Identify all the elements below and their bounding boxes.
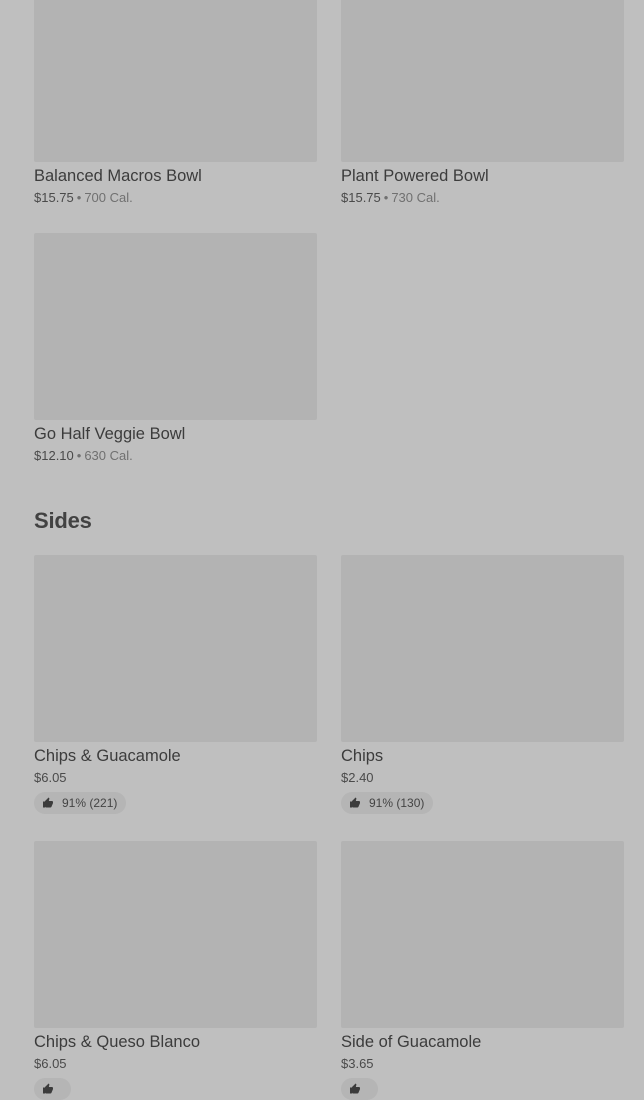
item-meta: $12.10 • 630 Cal.: [34, 449, 317, 463]
item-image[interactable]: [341, 0, 624, 162]
item-image[interactable]: [34, 841, 317, 1028]
rating-text: 91% (221): [62, 796, 118, 810]
rating-badge: [34, 1078, 71, 1100]
item-image[interactable]: [34, 233, 317, 420]
sides-grid-row-2: Chips & Queso Blanco $6.05 Side of Guaca…: [34, 841, 624, 1100]
item-name: Plant Powered Bowl: [341, 167, 489, 185]
rating-badge: 91% (221): [34, 792, 127, 814]
thumbs-up-icon: [350, 1083, 360, 1094]
bowls-grid-row-2: Go Half Veggie Bowl $12.10 • 630 Cal.: [34, 233, 624, 463]
item-calories: 700 Cal.: [84, 190, 133, 205]
item-image[interactable]: [34, 0, 317, 162]
meta-separator: •: [76, 448, 82, 463]
bowls-grid: Balanced Macros Bowl $15.75 • 700 Cal. Pla…: [34, 0, 624, 205]
thumbs-up-icon: [43, 797, 53, 808]
menu-item-balanced-macros-bowl[interactable]: Balanced Macros Bowl $15.75 • 700 Cal.: [34, 0, 317, 205]
item-meta: $15.75 • 700 Cal.: [34, 191, 317, 205]
rating-badge: [341, 1078, 378, 1100]
item-image[interactable]: [341, 841, 624, 1028]
meta-separator: •: [76, 190, 82, 205]
item-price: $2.40: [341, 770, 374, 785]
menu-item-plant-powered-bowl[interactable]: Plant Powered Bowl $15.75 • 730 Cal.: [341, 0, 624, 205]
menu-item-side-of-guacamole[interactable]: Side of Guacamole $3.65: [341, 841, 624, 1100]
rating-badge: 91% (130): [341, 792, 434, 814]
item-name: Chips: [341, 747, 384, 765]
menu-item-go-half-veggie-bowl[interactable]: Go Half Veggie Bowl $12.10 • 630 Cal.: [34, 233, 317, 463]
item-meta: $15.75 • 730 Cal.: [341, 191, 624, 205]
rating-text: 91% (130): [369, 796, 425, 810]
item-name: Chips & Guacamole: [34, 747, 181, 765]
item-name: Side of Guacamole: [341, 1033, 482, 1051]
item-name: Balanced Macros Bowl: [34, 167, 202, 185]
item-price: $6.05: [34, 1056, 67, 1071]
item-calories: 630 Cal.: [84, 448, 133, 463]
item-calories: 730 Cal.: [391, 190, 440, 205]
thumbs-up-icon: [43, 1083, 53, 1094]
section-title-sides: Sides: [34, 508, 92, 533]
item-price: $15.75: [34, 190, 74, 205]
sides-grid: Chips & Guacamole $6.05 91% (221) Chips …: [34, 555, 624, 814]
thumbs-up-icon: [350, 797, 360, 808]
item-price: $6.05: [34, 770, 67, 785]
item-price: $15.75: [341, 190, 381, 205]
item-price: $12.10: [34, 448, 74, 463]
item-image[interactable]: [341, 555, 624, 742]
item-price: $3.65: [341, 1056, 374, 1071]
meta-separator: •: [383, 190, 389, 205]
menu-item-chips[interactable]: Chips $2.40 91% (130): [341, 555, 624, 814]
item-name: Chips & Queso Blanco: [34, 1033, 201, 1051]
menu-item-chips-and-queso-blanco[interactable]: Chips & Queso Blanco $6.05: [34, 841, 317, 1100]
menu-item-chips-and-guacamole[interactable]: Chips & Guacamole $6.05 91% (221): [34, 555, 317, 814]
item-image[interactable]: [34, 555, 317, 742]
item-name: Go Half Veggie Bowl: [34, 425, 186, 443]
